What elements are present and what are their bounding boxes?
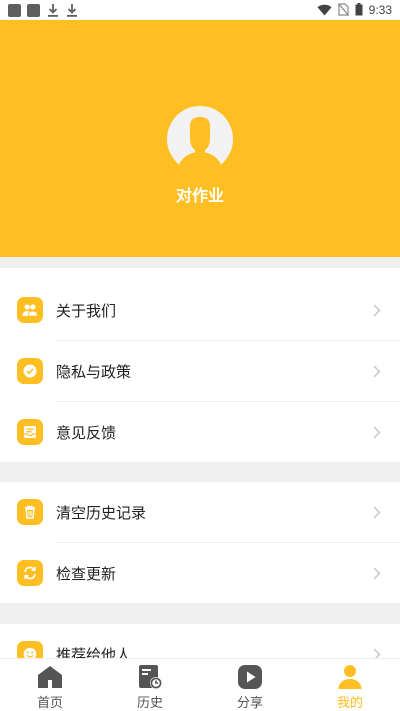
tab-label: 我的 bbox=[336, 696, 363, 711]
home-icon bbox=[37, 664, 63, 690]
trash-icon bbox=[17, 499, 43, 525]
menu-item-label: 检查更新 bbox=[56, 564, 117, 583]
tab-label: 历史 bbox=[136, 696, 163, 711]
menu-group-1: 关于我们 隐私与政策 意见反馈 bbox=[0, 268, 400, 462]
chevron-right-icon bbox=[372, 566, 382, 580]
users-icon bbox=[17, 297, 43, 323]
wifi-icon bbox=[317, 1, 332, 20]
battery-icon bbox=[355, 1, 363, 20]
menu-item-about-us[interactable]: 关于我们 bbox=[0, 280, 400, 340]
menu-item-check-update[interactable]: 检查更新 bbox=[0, 543, 400, 603]
chevron-right-icon bbox=[372, 425, 382, 439]
menu-item-feedback[interactable]: 意见反馈 bbox=[0, 402, 400, 462]
tab-share[interactable]: 分享 bbox=[200, 659, 300, 711]
shield-check-icon bbox=[17, 358, 43, 384]
chevron-right-icon bbox=[372, 505, 382, 519]
menu-item-label: 隐私与政策 bbox=[56, 362, 132, 381]
profile-header: 对作业 bbox=[0, 20, 400, 257]
menu-item-clear-history[interactable]: 清空历史记录 bbox=[0, 482, 400, 542]
play-share-icon bbox=[237, 664, 263, 690]
tab-history[interactable]: 历史 bbox=[100, 659, 200, 711]
menu-item-label: 关于我们 bbox=[56, 301, 117, 320]
notification-app-icon bbox=[8, 3, 21, 17]
tab-home[interactable]: 首页 bbox=[0, 659, 100, 711]
chevron-right-icon bbox=[372, 364, 382, 378]
notification-app-icon bbox=[27, 3, 40, 17]
chevron-right-icon bbox=[372, 303, 382, 317]
person-icon bbox=[337, 664, 363, 690]
menu-item-privacy-policy[interactable]: 隐私与政策 bbox=[0, 341, 400, 401]
status-time: 9:33 bbox=[368, 3, 392, 17]
bottom-tab-bar: 首页 历史 分享 我的 bbox=[0, 658, 400, 711]
history-icon bbox=[137, 664, 163, 690]
tab-label: 首页 bbox=[36, 696, 63, 711]
download-icon bbox=[46, 3, 59, 17]
refresh-icon bbox=[17, 560, 43, 586]
menu-group-2: 清空历史记录 检查更新 bbox=[0, 482, 400, 603]
menu-item-label: 清空历史记录 bbox=[56, 503, 147, 522]
avatar[interactable] bbox=[167, 106, 233, 172]
default-avatar-icon bbox=[177, 117, 223, 172]
tab-mine[interactable]: 我的 bbox=[300, 659, 400, 711]
download-icon bbox=[65, 3, 78, 17]
feedback-icon bbox=[17, 419, 43, 445]
menu-item-label: 意见反馈 bbox=[56, 423, 117, 442]
username: 对作业 bbox=[175, 186, 224, 205]
status-bar: 9:33 bbox=[0, 0, 400, 20]
tab-label: 分享 bbox=[236, 696, 263, 711]
no-sim-icon bbox=[337, 1, 349, 20]
